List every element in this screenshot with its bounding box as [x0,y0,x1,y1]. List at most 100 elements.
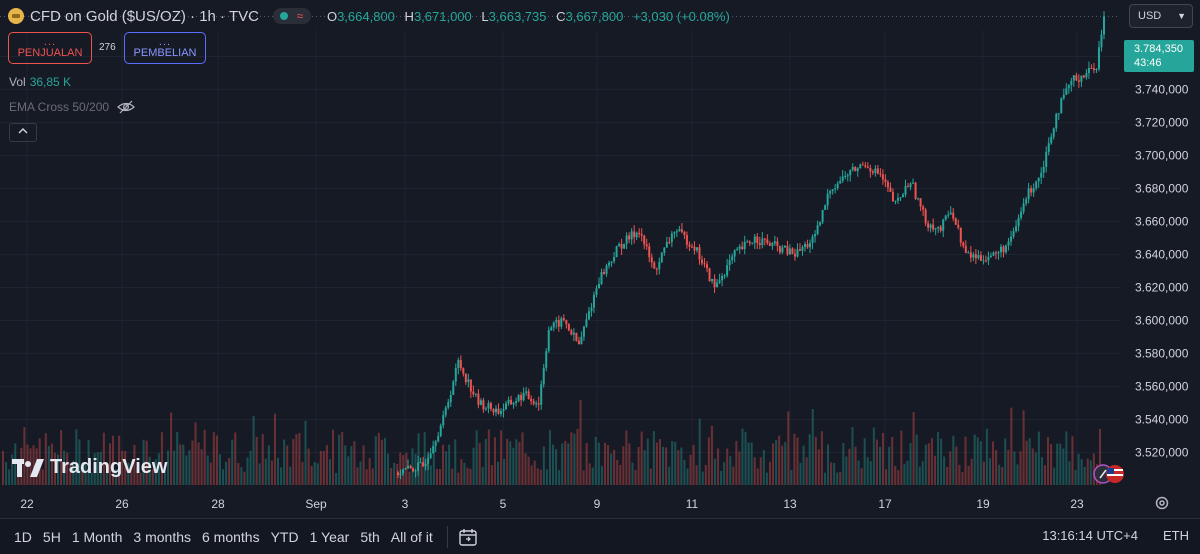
calendar-goto-date-icon[interactable] [458,528,478,546]
candle-body [1025,199,1028,204]
volume-bar [906,460,909,485]
volume-bar [493,437,496,485]
volume-bar [1010,407,1013,485]
spread-value: 276 [99,42,116,53]
candle-body [650,257,653,263]
volume-bar [579,400,582,485]
candle-body [535,403,538,405]
candle-body [1042,166,1045,173]
settings-gear-icon[interactable] [1154,495,1170,511]
candle-body [625,235,628,244]
close-label: C [556,8,566,24]
candle-body [974,254,977,259]
volume-bar [325,445,328,485]
candle-body [444,407,447,416]
candle-body [675,231,678,233]
market-status-pill[interactable]: ≈ [272,8,311,24]
session-toggle[interactable]: ETH [1163,528,1189,543]
candle-body [723,275,726,277]
candle-body [1100,34,1103,48]
y-tick-label: 3.720,000 [1135,116,1189,130]
volume-bar [1053,467,1056,485]
volume-bar [536,468,539,485]
volume-bar [500,430,503,485]
volume-bar [203,429,206,485]
candle-body [778,245,781,253]
volume-bar [371,468,374,485]
range-6m[interactable]: 6 months [202,529,260,545]
volume-bar [790,469,793,485]
volume-bar [973,434,976,485]
ema-cross-legend[interactable]: EMA Cross 50/200 [9,100,135,114]
candle-body [871,171,874,173]
range-5y[interactable]: 5th [360,529,379,545]
range-5d[interactable]: 5H [43,529,61,545]
candle-body [527,391,530,399]
y-tick-label: 3.520,000 [1135,446,1189,460]
candle-body [771,243,774,246]
currency-select[interactable]: USD ▼ [1129,4,1193,28]
candle-body [492,409,495,413]
symbol-header[interactable]: CFD on Gold ($US/OZ) · 1h · TVC ≈ O3,664… [8,6,736,26]
range-1d[interactable]: 1D [14,529,32,545]
volume-bar [478,443,481,485]
volume-bar [976,437,979,485]
x-tick-label: 11 [686,497,699,511]
candle-body [1057,113,1060,115]
candle-body [640,234,643,236]
candle-body [959,227,962,243]
volume-bar [1050,444,1053,485]
candle-body [555,320,558,323]
candle-body [954,218,957,225]
volume-bar [481,467,484,485]
volume-bar [735,440,738,485]
tradingview-watermark[interactable]: TradingView [12,456,167,479]
volume-bar [503,458,506,485]
range-3m[interactable]: 3 months [133,529,191,545]
range-1m[interactable]: 1 Month [72,529,123,545]
events-flags-icon[interactable] [1093,464,1125,484]
volume-bar [585,443,588,485]
candle-body [623,243,626,249]
collapse-legend-button[interactable] [9,123,37,142]
candle-body [809,242,812,248]
candle-body [886,181,889,188]
candle-body [1007,241,1010,246]
y-tick-label: 3.600,000 [1135,314,1189,328]
volume-bar [652,431,655,485]
candle-body [811,236,814,243]
volume-bar [869,461,872,485]
volume-bar [487,429,490,485]
volume-bar [622,446,625,485]
candle-body [665,242,668,248]
volume-bar [521,432,524,485]
candle-body [947,214,950,216]
volume-bar [970,458,973,485]
volume-bar [332,429,335,485]
volume-legend[interactable]: Vol 36,85 K [9,75,71,89]
eye-hidden-icon[interactable] [117,100,135,114]
candle-body [1027,188,1030,200]
volume-bar [258,463,261,485]
volume-bar [768,461,771,485]
candle-body [859,164,862,169]
sell-button[interactable]: ... PENJUALAN [8,32,92,64]
volume-bar [710,425,713,485]
range-1y[interactable]: 1 Year [310,529,350,545]
symbol-title[interactable]: CFD on Gold ($US/OZ) · 1h · TVC [30,8,259,25]
buy-button[interactable]: ... PEMBELIAN [124,32,206,64]
price-chart[interactable]: 3.760,0003.740,0003.720,0003.700,0003.68… [0,0,1200,518]
candle-body [620,243,623,249]
timezone-clock[interactable]: 13:16:14 UTC+4 [1042,528,1138,543]
volume-bar [277,457,280,485]
candle-body [864,165,867,167]
volume-bar [518,442,521,485]
range-all[interactable]: All of it [391,529,433,545]
candle-body [615,246,618,258]
range-ytd[interactable]: YTD [271,529,299,545]
candle-body [939,226,942,231]
volume-bar [964,436,967,485]
volume-bar [255,436,258,485]
volume-bar [310,465,313,485]
candle-body [409,465,412,469]
